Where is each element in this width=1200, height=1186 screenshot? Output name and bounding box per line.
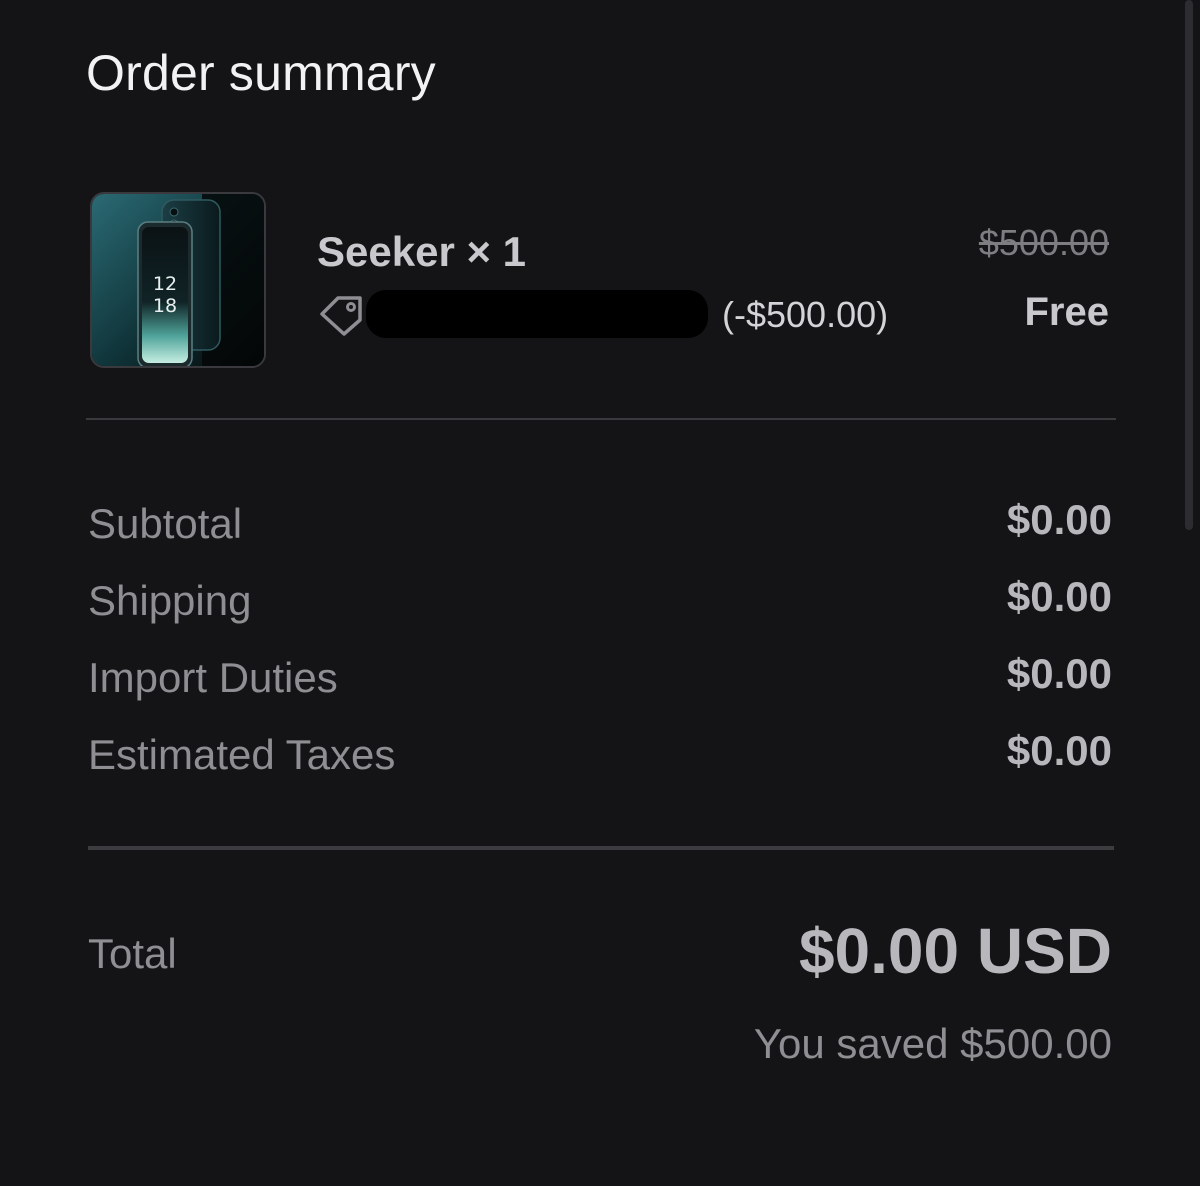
- summary-row-estimated-taxes: Estimated Taxes $0.00: [88, 727, 1112, 791]
- divider: [86, 418, 1116, 420]
- divider: [88, 846, 1114, 850]
- page-title: Order summary: [86, 45, 436, 101]
- product-image: 12 18: [90, 192, 266, 368]
- phone-clock-minute: 18: [153, 295, 177, 317]
- order-summary-panel: Order summary 12 18 Seeker × 1 (-$500.00…: [0, 0, 1200, 1186]
- product-name: Seeker × 1: [317, 228, 527, 275]
- summary-value: $0.00: [1006, 496, 1112, 543]
- total-value: $0.00 USD: [798, 915, 1112, 987]
- discount-row: (-$500.00): [318, 288, 958, 340]
- discount-amount: (-$500.00): [722, 294, 889, 335]
- summary-label: Subtotal: [88, 500, 243, 547]
- summary-label: Shipping: [88, 577, 252, 624]
- scrollbar[interactable]: [1185, 0, 1193, 530]
- summary-label: Import Duties: [88, 654, 338, 701]
- summary-value: $0.00: [1006, 573, 1112, 620]
- phone-clock-hour: 12: [153, 273, 177, 295]
- redacted-discount-code: [366, 290, 708, 338]
- summary-row-shipping: Shipping $0.00: [88, 573, 1112, 637]
- summary-row-subtotal: Subtotal $0.00: [88, 496, 1112, 560]
- tag-icon: [318, 292, 366, 336]
- final-price: Free: [1024, 290, 1110, 334]
- total-label: Total: [88, 930, 177, 977]
- summary-value: $0.00: [1006, 727, 1112, 774]
- summary-row-import-duties: Import Duties $0.00: [88, 650, 1112, 714]
- savings-text: You saved $500.00: [753, 1020, 1112, 1067]
- summary-label: Estimated Taxes: [88, 731, 396, 778]
- summary-value: $0.00: [1006, 650, 1112, 697]
- original-price: $500.00: [978, 222, 1109, 263]
